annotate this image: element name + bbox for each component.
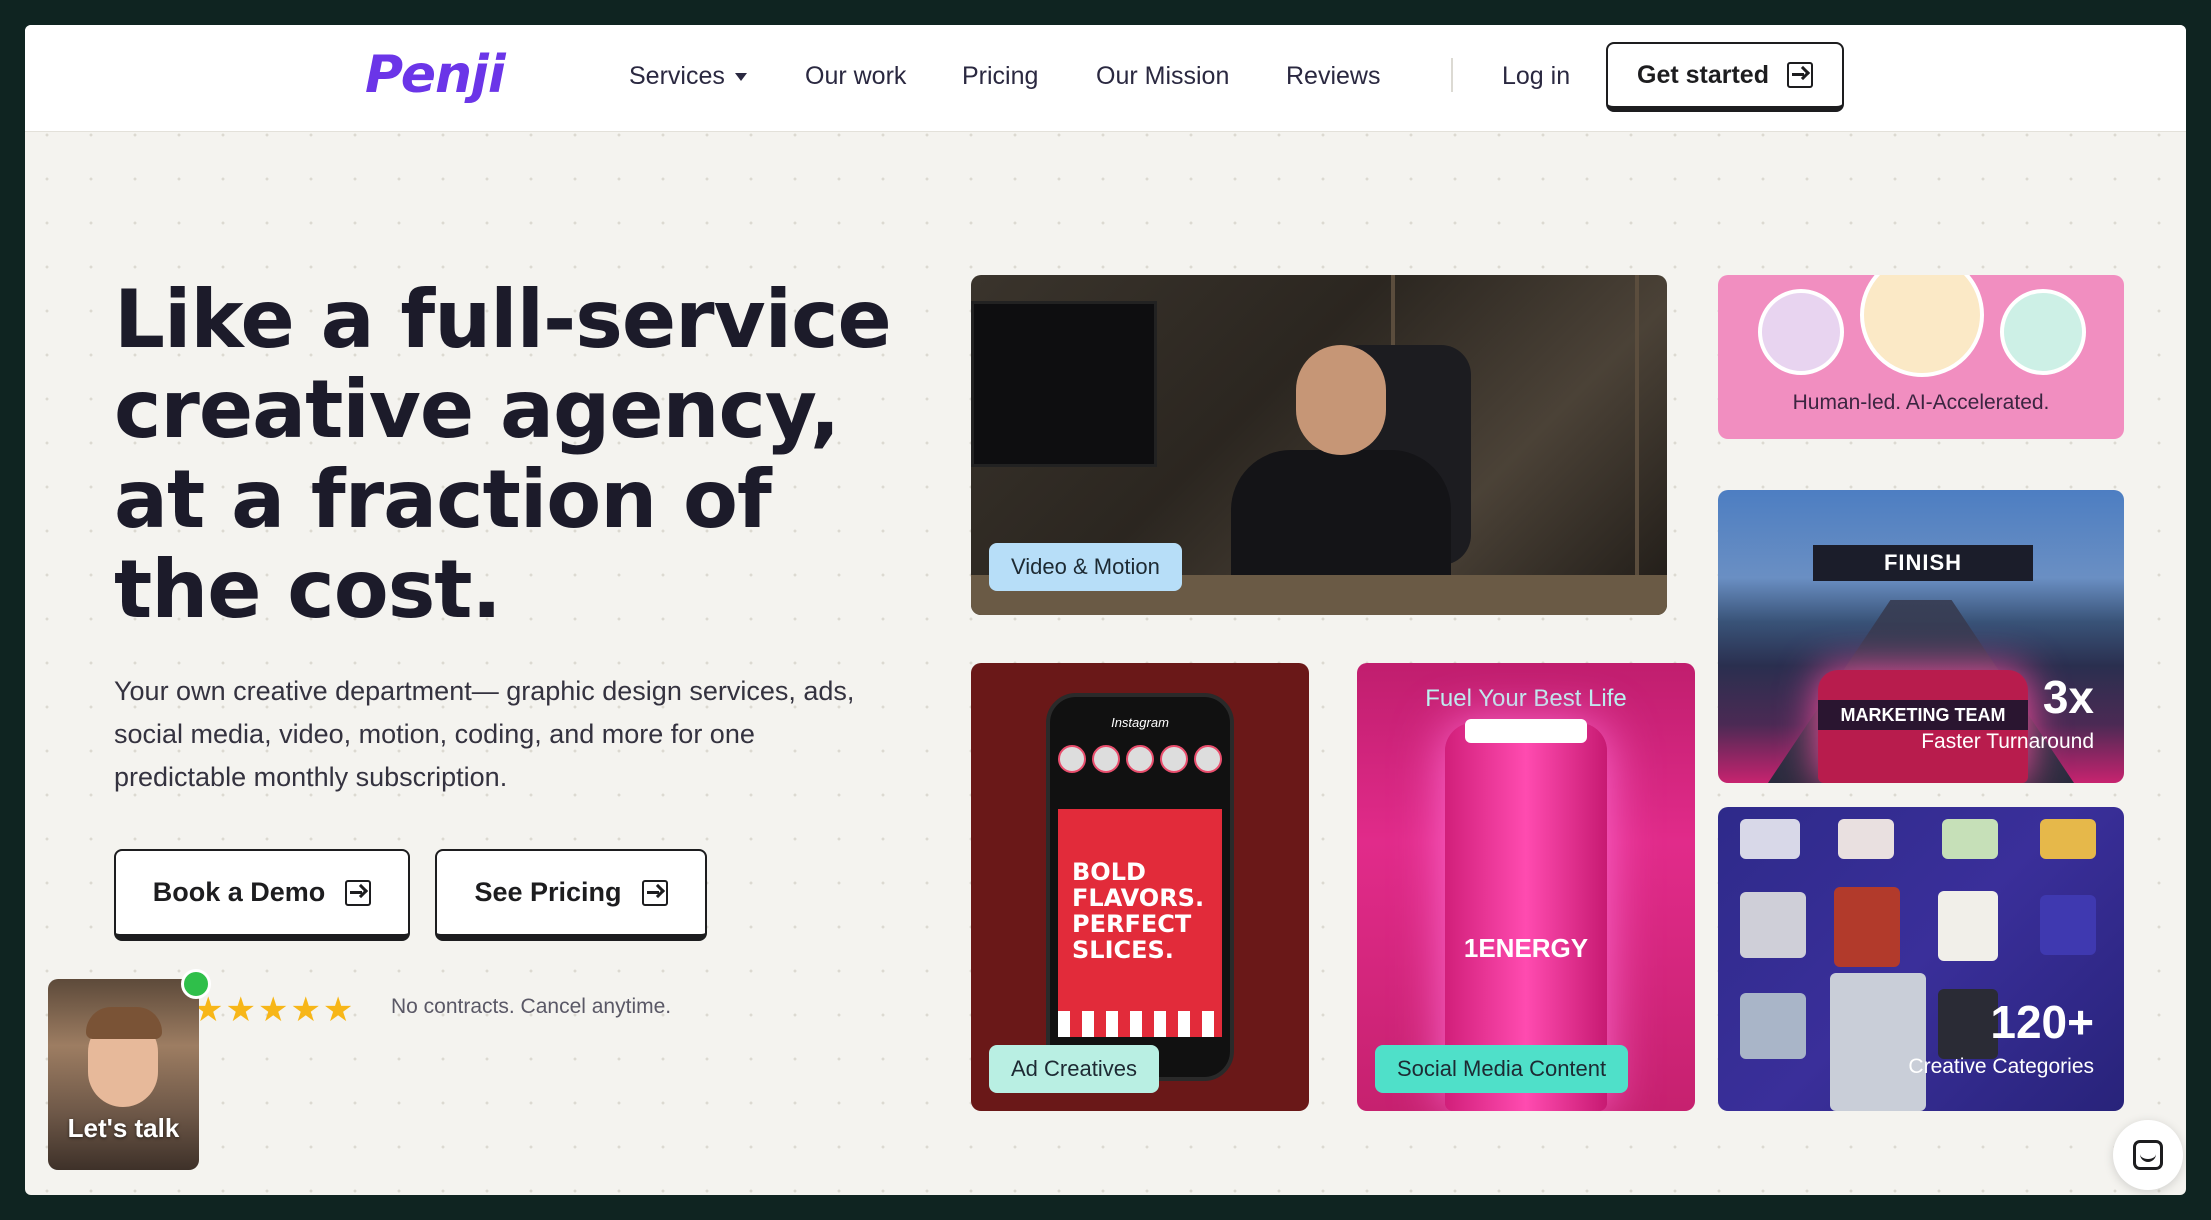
- nav-our-work[interactable]: Our work: [805, 62, 906, 91]
- nav-divider: [1451, 58, 1453, 92]
- category-thumb: [1938, 989, 1998, 1059]
- book-demo-button[interactable]: Book a Demo: [114, 849, 410, 941]
- get-started-label: Get started: [1637, 60, 1769, 89]
- nav-pricing[interactable]: Pricing: [962, 62, 1038, 91]
- chat-launcher-button[interactable]: [2113, 1120, 2183, 1190]
- book-demo-label: Book a Demo: [152, 877, 326, 907]
- bottle-brand: 1ENERGY: [1463, 933, 1589, 963]
- presenter-hair: [86, 1007, 162, 1039]
- ad-creatives-tag: Ad Creatives: [989, 1045, 1159, 1093]
- category-thumb: [2040, 819, 2096, 859]
- ad-creatives-card[interactable]: Instagram BOLD FLAVORS. PERFECT SLICES. …: [971, 663, 1309, 1111]
- story-avatar: [1058, 745, 1086, 773]
- social-media-card[interactable]: Fuel Your Best Life 1ENERGY Social Media…: [1357, 663, 1695, 1111]
- top-nav: Penji Services Our work Pricing Our Miss…: [25, 25, 2186, 132]
- race-stat-value: 3x: [2042, 671, 2094, 723]
- avatar-left: [1758, 289, 1844, 375]
- category-thumb: [1740, 892, 1806, 958]
- get-started-button[interactable]: Get started: [1606, 42, 1844, 112]
- social-media-tag: Social Media Content: [1375, 1045, 1629, 1093]
- faster-turnaround-card[interactable]: FINISH MARKETING TEAM 3x Faster Turnarou…: [1718, 490, 2124, 783]
- category-thumb: [1838, 819, 1894, 859]
- nav-services[interactable]: Services: [629, 62, 747, 91]
- see-pricing-button[interactable]: See Pricing: [435, 849, 707, 941]
- hero-title: Like a full-service creative agency, at …: [114, 273, 892, 636]
- finish-banner: FINISH: [1813, 545, 2033, 581]
- online-status-dot: [181, 969, 211, 999]
- login-link[interactable]: Log in: [1502, 62, 1570, 91]
- categories-stat-label: Creative Categories: [1908, 1055, 2094, 1078]
- arrow-right-box-icon: [345, 879, 372, 906]
- race-stat-label: Faster Turnaround: [1921, 730, 2094, 753]
- category-thumb: [1740, 819, 1800, 859]
- instagram-bar: Instagram: [1111, 715, 1169, 730]
- presenter-figure: [1231, 335, 1451, 615]
- nav-reviews[interactable]: Reviews: [1286, 62, 1380, 91]
- video-motion-card[interactable]: Video & Motion: [971, 275, 1667, 615]
- monitor-shape: [971, 301, 1157, 467]
- human-led-card[interactable]: Human-led. AI-Accelerated.: [1718, 275, 2124, 439]
- category-thumb: [1834, 887, 1900, 967]
- checker-pattern: [1058, 1011, 1222, 1037]
- see-pricing-label: See Pricing: [474, 877, 622, 907]
- post-headline: BOLD FLAVORS. PERFECT SLICES.: [1072, 858, 1205, 964]
- caret-down-icon: [734, 73, 747, 82]
- story-avatar: [1126, 745, 1154, 773]
- chat-bubble-icon: [2133, 1140, 2163, 1170]
- category-thumb: [2040, 895, 2096, 955]
- categories-stat-value: 120+: [1990, 996, 2094, 1048]
- page-window: Penji Services Our work Pricing Our Miss…: [25, 25, 2186, 1195]
- category-thumb: [1942, 819, 1998, 859]
- category-thumb: [1830, 973, 1926, 1111]
- pizza-post: BOLD FLAVORS. PERFECT SLICES.: [1058, 809, 1222, 1037]
- story-avatar: [1160, 745, 1188, 773]
- avatar-center: [1860, 275, 1984, 377]
- arrow-right-box-icon: [1786, 62, 1813, 88]
- marketing-team-banner: MARKETING TEAM: [1818, 700, 2028, 730]
- story-avatar: [1194, 745, 1222, 773]
- story-avatar: [1092, 745, 1120, 773]
- lets-talk-label: Let's talk: [67, 1113, 180, 1143]
- video-motion-tag: Video & Motion: [989, 543, 1182, 591]
- category-thumb: [1938, 891, 1998, 961]
- presenter-head: [1296, 345, 1386, 455]
- fuel-tagline: Fuel Your Best Life: [1425, 685, 1627, 712]
- penji-logo[interactable]: Penji: [365, 45, 506, 105]
- bottle-cap: [1465, 719, 1587, 743]
- category-thumb: [1740, 993, 1806, 1059]
- nav-services-label: Services: [629, 62, 725, 90]
- arrow-right-box-icon: [641, 879, 668, 906]
- phone-mockup: Instagram BOLD FLAVORS. PERFECT SLICES.: [1046, 693, 1234, 1081]
- hero-subtitle: Your own creative department— graphic de…: [114, 676, 855, 792]
- story-row: [1058, 745, 1228, 779]
- no-contracts-text: No contracts. Cancel anytime.: [391, 995, 672, 1018]
- avatar-right: [2000, 289, 2086, 375]
- nav-our-mission[interactable]: Our Mission: [1096, 62, 1229, 91]
- creative-categories-card[interactable]: 120+ Creative Categories: [1718, 807, 2124, 1111]
- lets-talk-video-widget[interactable]: Let's talk: [48, 979, 199, 1170]
- human-led-text: Human-led. AI-Accelerated.: [1792, 391, 2050, 414]
- rating-stars: ★★★★★: [193, 991, 356, 1029]
